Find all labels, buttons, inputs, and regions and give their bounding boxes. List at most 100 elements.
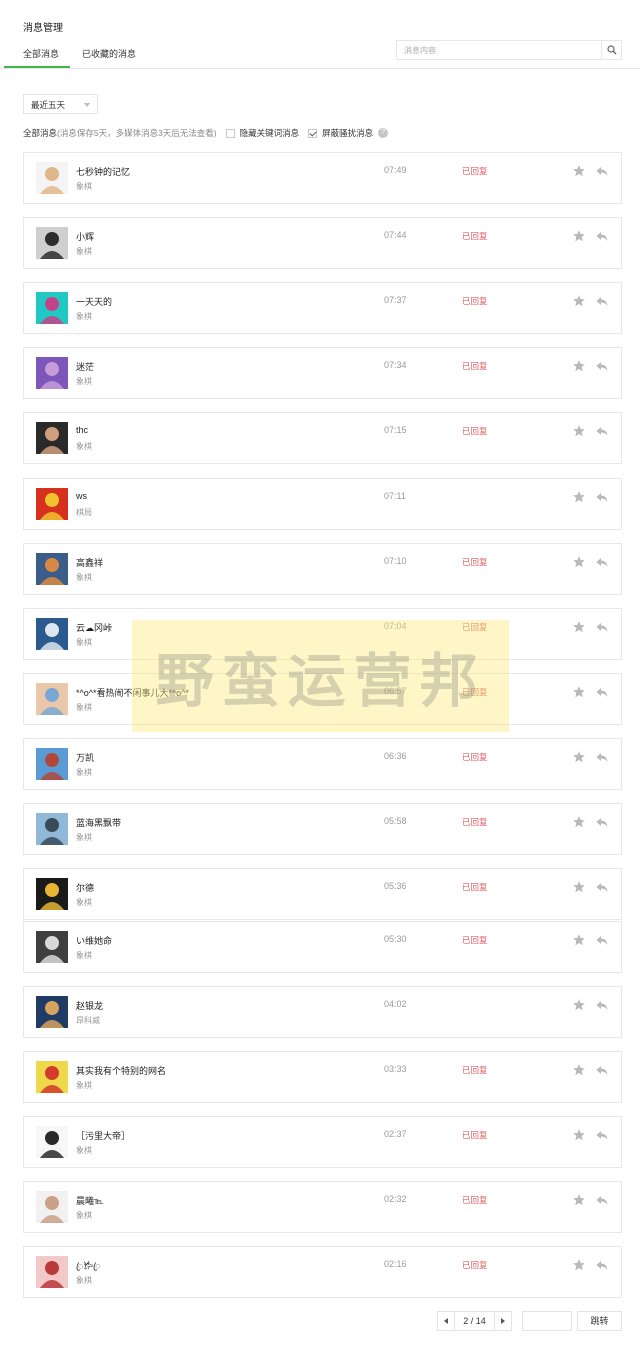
help-icon[interactable]: ? — [378, 128, 389, 138]
search-input[interactable] — [397, 41, 599, 59]
sender-name[interactable]: ws — [76, 491, 87, 501]
reply-icon[interactable] — [595, 229, 609, 243]
reply-icon[interactable] — [595, 424, 609, 438]
message-row[interactable]: ꦿ𐂂ꦿ 象棋 02:16 已回复 — [23, 1246, 622, 1298]
block-spam-checkbox[interactable] — [308, 128, 318, 138]
star-icon[interactable] — [572, 620, 586, 634]
page-jump-button[interactable]: 跳转 — [577, 1311, 622, 1331]
star-icon[interactable] — [572, 555, 586, 569]
star-icon[interactable] — [572, 815, 586, 829]
star-icon[interactable] — [572, 490, 586, 504]
search-button[interactable] — [601, 41, 621, 59]
reply-icon[interactable] — [595, 880, 609, 894]
star-icon[interactable] — [572, 359, 586, 373]
reply-icon[interactable] — [595, 490, 609, 504]
next-page-button[interactable] — [494, 1311, 512, 1331]
reply-icon[interactable] — [595, 815, 609, 829]
star-icon[interactable] — [572, 998, 586, 1012]
sender-name[interactable]: 迷茫 — [76, 360, 94, 373]
tab-starred-messages[interactable]: 已收藏的消息 — [82, 47, 136, 60]
avatar[interactable] — [36, 878, 68, 910]
avatar[interactable] — [36, 931, 68, 963]
sender-name[interactable]: 赵银龙 — [76, 999, 103, 1012]
star-icon[interactable] — [572, 1258, 586, 1272]
message-row[interactable]: 迷茫 象棋 07:34 已回复 — [23, 347, 622, 399]
avatar[interactable] — [36, 422, 68, 454]
message-row[interactable]: thc 象棋 07:15 已回复 — [23, 412, 622, 464]
avatar[interactable] — [36, 227, 68, 259]
message-row[interactable]: 赵银龙 昂科威 04:02 — [23, 986, 622, 1038]
message-row[interactable]: 尔德 象棋 05:36 已回复 — [23, 868, 622, 920]
message-row[interactable]: 其实我有个特别的网名 象棋 03:33 已回复 — [23, 1051, 622, 1103]
star-icon[interactable] — [572, 1193, 586, 1207]
avatar[interactable] — [36, 292, 68, 324]
sender-name[interactable]: 小辉 — [76, 230, 94, 243]
message-row[interactable]: ws 棋局 07:11 — [23, 478, 622, 530]
sender-name[interactable]: 尔德 — [76, 881, 94, 894]
reply-icon[interactable] — [595, 555, 609, 569]
star-icon[interactable] — [572, 229, 586, 243]
star-icon[interactable] — [572, 750, 586, 764]
avatar[interactable] — [36, 748, 68, 780]
reply-icon[interactable] — [595, 933, 609, 947]
reply-icon[interactable] — [595, 164, 609, 178]
time-range-select[interactable]: 最近五天 — [23, 94, 98, 114]
reply-icon[interactable] — [595, 1258, 609, 1272]
message-row[interactable]: 高鑫祥 象棋 07:10 已回复 — [23, 543, 622, 595]
reply-icon[interactable] — [595, 1128, 609, 1142]
avatar[interactable] — [36, 618, 68, 650]
sender-name[interactable]: 一天天的 — [76, 295, 112, 308]
block-spam-toggle[interactable]: 屏蔽骚扰消息 — [308, 127, 373, 139]
reply-icon[interactable] — [595, 998, 609, 1012]
message-row[interactable]: 一天天的 象棋 07:37 已回复 — [23, 282, 622, 334]
star-icon[interactable] — [572, 933, 586, 947]
avatar[interactable] — [36, 813, 68, 845]
avatar[interactable] — [36, 1061, 68, 1093]
avatar[interactable] — [36, 162, 68, 194]
message-row[interactable]: ［污里大帝］ 象棋 02:37 已回复 — [23, 1116, 622, 1168]
sender-name[interactable]: 万凯 — [76, 751, 94, 764]
avatar[interactable] — [36, 683, 68, 715]
message-row[interactable]: 晨曦℡ 象棋 02:32 已回复 — [23, 1181, 622, 1233]
sender-name[interactable]: ［污里大帝］ — [76, 1129, 130, 1142]
reply-icon[interactable] — [595, 620, 609, 634]
star-icon[interactable] — [572, 424, 586, 438]
avatar[interactable] — [36, 1256, 68, 1288]
reply-icon[interactable] — [595, 1063, 609, 1077]
prev-page-button[interactable] — [437, 1311, 455, 1331]
message-row[interactable]: 七秒钟的记忆 象棋 07:49 已回复 — [23, 152, 622, 204]
tab-all-messages[interactable]: 全部消息 — [23, 47, 59, 60]
avatar[interactable] — [36, 488, 68, 520]
sender-name[interactable]: 其实我有个特别的网名 — [76, 1064, 166, 1077]
star-icon[interactable] — [572, 880, 586, 894]
star-icon[interactable] — [572, 294, 586, 308]
page-jump-input[interactable] — [522, 1311, 572, 1331]
sender-name[interactable]: 晨曦℡ — [76, 1194, 104, 1207]
avatar[interactable] — [36, 357, 68, 389]
avatar[interactable] — [36, 553, 68, 585]
sender-name[interactable]: 高鑫祥 — [76, 556, 103, 569]
hide-keyword-checkbox[interactable] — [225, 128, 235, 138]
reply-icon[interactable] — [595, 1193, 609, 1207]
message-row[interactable]: い维她命 象棋 05:30 已回复 — [23, 921, 622, 973]
star-icon[interactable] — [572, 164, 586, 178]
avatar[interactable] — [36, 996, 68, 1028]
sender-name[interactable]: 七秒钟的记忆 — [76, 165, 130, 178]
star-icon[interactable] — [572, 685, 586, 699]
sender-name[interactable]: 云☁冈峠 — [76, 621, 112, 634]
reply-icon[interactable] — [595, 685, 609, 699]
star-icon[interactable] — [572, 1063, 586, 1077]
message-row[interactable]: 小辉 象棋 07:44 已回复 — [23, 217, 622, 269]
message-row[interactable]: 蓝海黑飘带 象棋 05:58 已回复 — [23, 803, 622, 855]
avatar[interactable] — [36, 1126, 68, 1158]
hide-keyword-toggle[interactable]: 隐藏关键词消息 — [225, 127, 299, 139]
sender-name[interactable]: thc — [76, 425, 88, 435]
reply-icon[interactable] — [595, 750, 609, 764]
message-row[interactable]: 万凯 象棋 06:36 已回复 — [23, 738, 622, 790]
avatar[interactable] — [36, 1191, 68, 1223]
sender-name[interactable]: い维她命 — [76, 934, 112, 947]
reply-icon[interactable] — [595, 359, 609, 373]
star-icon[interactable] — [572, 1128, 586, 1142]
reply-icon[interactable] — [595, 294, 609, 308]
sender-name[interactable]: 蓝海黑飘带 — [76, 816, 121, 829]
